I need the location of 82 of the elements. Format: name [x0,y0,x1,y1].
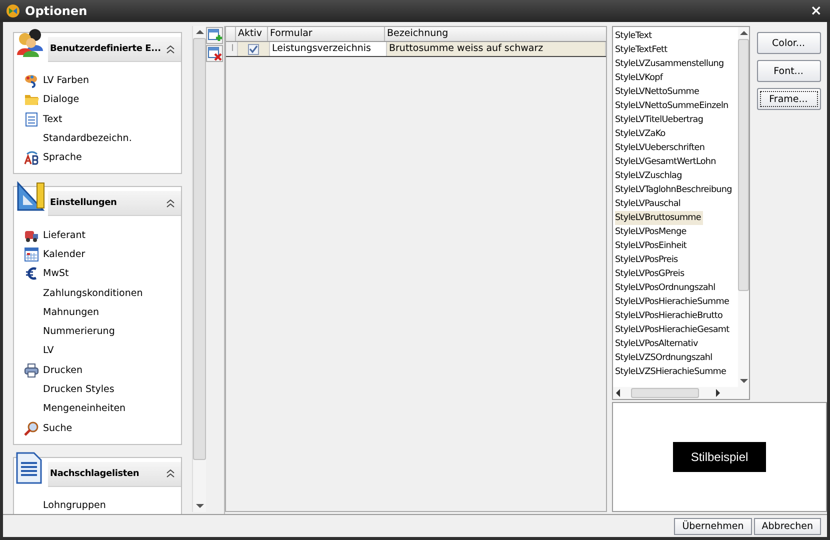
sidebar-item[interactable]: Nummerierung [43,326,115,338]
sidebar-item[interactable]: Dialoge [43,94,80,106]
list-item[interactable]: StyleLVPosOrdnungszahl [615,281,738,295]
sidebar-item[interactable]: Standardbezeichn. [43,133,132,144]
list-item[interactable]: StyleLVTitelUebertrag [615,113,738,127]
list-item[interactable]: StyleLVZSOrdnungszahl [615,351,738,365]
list-item[interactable]: StyleLVKopf [615,71,738,85]
horizontal-scrollbar[interactable] [613,387,749,399]
scrollbar[interactable] [738,27,749,387]
column-header[interactable]: Formular [268,27,385,41]
printer-icon [24,362,39,378]
close-button[interactable]: × [808,3,824,19]
list-item[interactable]: StyleLVPosGPreis [615,267,738,281]
list-item[interactable]: StyleLVUeberschriften [615,141,738,155]
group-header[interactable]: Einstellungen [48,191,181,216]
list-item[interactable]: StyleLVPosHierachieGesamt [615,323,738,337]
table-cell: Bruttosumme weiss auf schwarz [387,42,606,56]
list-item[interactable]: StyleLVPosHierachieSumme [615,295,738,309]
list-item[interactable]: StyleLVPosMenge [615,225,738,239]
list-item[interactable]: StyleLVPosEinheit [615,239,738,253]
ruler-triangle-icon [15,181,47,214]
folder-icon [24,92,39,108]
list-item[interactable]: StyleLVZusammenstellung [615,57,738,71]
list-item[interactable]: StyleLVPauschal [615,197,738,211]
list-item[interactable]: StyleLVZSHierachieSumme [615,365,738,379]
list-item[interactable]: StyleLVBruttosumme [615,211,703,225]
letters-icon [24,150,39,166]
palette-icon [24,73,39,88]
list-item[interactable]: StyleLVPosAlternativ [615,337,738,351]
group-title: Nachschlagelisten [50,468,140,479]
dialog-button[interactable]: Übernehmen [674,518,752,534]
list-item[interactable]: StyleLVZaKo [615,127,738,141]
sidebar-item[interactable]: Lohngruppen [43,500,106,511]
list-item[interactable]: StyleLVPosHierachieBrutto [615,309,738,323]
sidebar-item[interactable]: LV Farben [43,75,89,86]
sidebar-item[interactable]: Suche [43,422,72,434]
column-header[interactable]: Bezeichnung [385,27,606,41]
table-cell: Leistungsverzeichnis [270,42,387,56]
document-list-icon [15,452,43,484]
sidebar-item[interactable]: Lieferant [43,230,86,241]
sidebar-item[interactable]: Drucken [43,364,82,376]
style-button[interactable]: Font... [756,60,820,82]
group-header[interactable]: Benutzerdefinierte E... [48,37,181,62]
list-item[interactable]: StyleLVZuschlag [615,169,738,183]
list-item[interactable]: StyleLVGesamtWertLohn [615,155,738,169]
list-item[interactable]: StyleText [615,29,738,43]
add-table-icon [208,28,222,42]
column-header[interactable]: Aktiv [236,27,268,41]
scrollbar[interactable] [192,26,206,512]
sidebar-item[interactable]: LV [43,345,54,356]
row-indicator: I [226,42,238,56]
group-header[interactable]: Nachschlagelisten [48,462,181,487]
magnifier-icon [24,420,39,436]
group-title: Einstellungen [50,198,118,208]
list-item[interactable]: StyleLVPosPreis [615,253,738,267]
add-row-button[interactable] [206,27,223,44]
style-button[interactable]: Frame... [756,88,820,110]
calendar-icon [24,246,39,262]
sidebar-item[interactable]: Sprache [43,152,82,164]
sidebar-item[interactable]: Mengeneinheiten [43,403,126,414]
dialog-button[interactable]: Abbrechen [754,518,821,534]
style-button[interactable]: Color... [756,32,820,54]
table-row[interactable]: I Leistungsverzeichnis Bruttosumme weiss auf schwarz [226,42,606,57]
group-title: Benutzerdefinierte E... [50,44,162,54]
sidebar-item[interactable]: Zahlungskonditionen [43,288,143,299]
sidebar-item[interactable]: Text [43,114,62,125]
app-logo-icon [6,4,20,18]
sidebar-item[interactable]: Drucken Styles [43,384,114,395]
window-title: Optionen [25,4,88,18]
list-item[interactable]: StyleLVNettoSummeEinzeln [615,99,738,113]
sidebar-item[interactable]: Mahnungen [43,306,99,318]
list-item[interactable]: StyleLVNettoSumme [615,85,738,99]
list-item[interactable]: StyleLVTaglohnBeschreibung [615,183,738,197]
euro-icon [24,266,39,282]
list-item[interactable]: StyleTextFett [615,43,738,57]
style-preview: Stilbeispiel [672,442,766,472]
document-icon [24,112,39,127]
sidebar-item[interactable]: Kalender [43,248,86,260]
checkbox[interactable] [248,44,259,54]
sidebar-item[interactable]: MwSt [43,268,69,280]
delete-table-icon [208,46,222,60]
delete-row-button[interactable] [206,45,223,62]
